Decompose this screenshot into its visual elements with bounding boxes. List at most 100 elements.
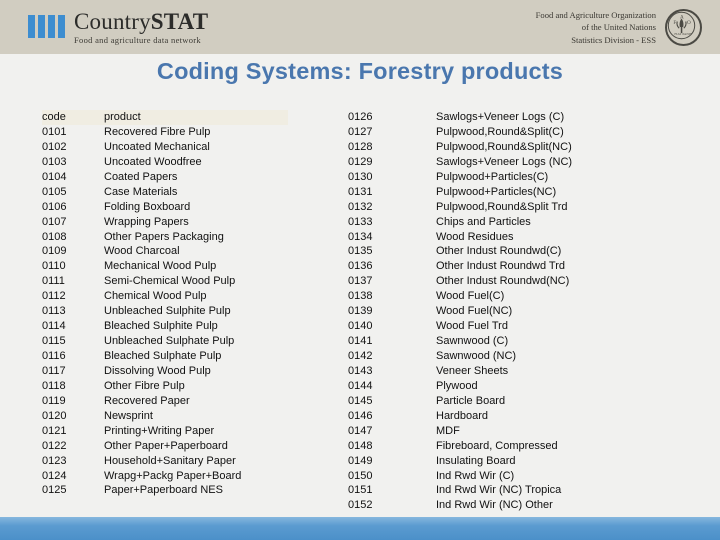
brand-title: CountrySTAT [74, 9, 208, 34]
cell-code: 0152 [348, 499, 373, 512]
cell-product: Semi-Chemical Wood Pulp [104, 275, 236, 288]
table-row: 0134 Wood Residues [348, 230, 648, 245]
cell-product: Wood Fuel Trd [436, 320, 508, 333]
table-row: 0127 Pulpwood,Round&Split(C) [348, 125, 648, 140]
table-row: 0103 Uncoated Woodfree [42, 155, 290, 170]
cell-code: 0136 [348, 260, 373, 273]
table-row: 0120 Newsprint [42, 409, 290, 424]
cell-code: 0146 [348, 409, 373, 422]
table-row: 0131 Pulpwood+Particles(NC) [348, 185, 648, 200]
cell-product: Newsprint [104, 409, 153, 422]
table-row: 0138 Wood Fuel(C) [348, 289, 648, 304]
cell-product: Uncoated Mechanical [104, 140, 210, 153]
table-row: 0104 Coated Papers [42, 170, 290, 185]
table-row: 0115 Unbleached Sulphate Pulp [42, 334, 290, 349]
cell-product: Chips and Particles [436, 215, 531, 228]
cell-code: 0144 [348, 379, 373, 392]
cell-code: 0104 [42, 170, 67, 183]
fao-line-1: Food and Agriculture Organization [535, 10, 656, 21]
cell-code: 0143 [348, 364, 373, 377]
cell-code: 0138 [348, 290, 373, 303]
cell-code: 0123 [42, 454, 67, 467]
table-row: 0110 Mechanical Wood Pulp [42, 259, 290, 274]
cell-product: Other Indust Roundwd Trd [436, 260, 566, 273]
countrystat-wordmark: CountrySTAT Food and agriculture data ne… [74, 10, 208, 45]
cell-code: 0106 [42, 200, 67, 213]
cell-product: Pulpwood+Particles(C) [436, 170, 549, 183]
table-row: 0124 Wrapg+Packg Paper+Board [42, 469, 290, 484]
table-row: 0140 Wood Fuel Trd [348, 319, 648, 334]
cell-product: Insulating Board [436, 454, 516, 467]
table-row: 0101 Recovered Fibre Pulp [42, 125, 290, 140]
cell-product: Recovered Fibre Pulp [104, 125, 211, 138]
cell-product: Wood Fuel(C) [436, 290, 505, 303]
cell-code: 0137 [348, 275, 373, 288]
table-row: 0107 Wrapping Papers [42, 215, 290, 230]
cell-product: Ind Rwd Wir (C) [436, 469, 515, 482]
cell-code: 0108 [42, 230, 67, 243]
cell-product: MDF [436, 424, 460, 437]
cell-product: Wood Residues [436, 230, 514, 243]
right-column-body: 0126 Sawlogs+Veneer Logs (C) 0127 Pulpwood,… [348, 110, 648, 513]
table-row: 0112 Chemical Wood Pulp [42, 289, 290, 304]
table-row: 0135 Other Indust Roundwd(C) [348, 244, 648, 259]
cell-code: 0150 [348, 469, 373, 482]
table-row: 0132 Pulpwood,Round&Split Trd [348, 200, 648, 215]
cell-product: Wood Fuel(NC) [436, 305, 513, 318]
table-row: 0129 Sawlogs+Veneer Logs (NC) [348, 155, 648, 170]
cell-code: 0133 [348, 215, 373, 228]
fao-line-3: Statistics Division - ESS [571, 34, 656, 45]
table-row: 0148 Fibreboard, Compressed [348, 439, 648, 454]
cell-code: 0109 [42, 245, 67, 258]
cell-product: Other Indust Roundwd(C) [436, 245, 562, 258]
fao-emblem-icon: F A O FIAT PANIS [665, 9, 702, 46]
cell-product: Other Paper+Paperboard [104, 439, 228, 452]
table-row: 0118 Other Fibre Pulp [42, 379, 290, 394]
cell-code: 0124 [42, 469, 67, 482]
cell-product: Household+Sanitary Paper [104, 454, 236, 467]
table-row: 0125 Paper+Paperboard NES [42, 483, 290, 498]
cell-code: 0120 [42, 409, 67, 422]
table-row: 0121 Printing+Writing Paper [42, 424, 290, 439]
table-row: 0149 Insulating Board [348, 454, 648, 469]
cell-code: 0122 [42, 439, 67, 452]
cell-code: 0151 [348, 484, 373, 497]
table-row: 0152 Ind Rwd Wir (NC) Other [348, 498, 648, 513]
table-row: 0146 Hardboard [348, 409, 648, 424]
table-row: 0141 Sawnwood (C) [348, 334, 648, 349]
cell-product: Particle Board [436, 394, 506, 407]
cell-product: Plywood [436, 379, 478, 392]
fao-line-2: of the United Nations [581, 22, 656, 33]
cell-product: Sawlogs+Veneer Logs (C) [436, 111, 565, 123]
cell-code: 0131 [348, 185, 373, 198]
table-row: 0133 Chips and Particles [348, 215, 648, 230]
cell-product: Pulpwood,Round&Split(NC) [436, 140, 572, 153]
cell-code: 0149 [348, 454, 373, 467]
svg-text:FIAT PANIS: FIAT PANIS [674, 32, 692, 36]
cell-code: 0125 [42, 484, 67, 497]
table-row: 0108 Other Papers Packaging [42, 230, 290, 245]
header-banner: CountrySTAT Food and agriculture data ne… [0, 0, 720, 54]
cell-product: Folding Boxboard [104, 200, 191, 213]
table-row: 0128 Pulpwood,Round&Split(NC) [348, 140, 648, 155]
table-row: 0151 Ind Rwd Wir (NC) Tropica [348, 483, 648, 498]
cell-product: Mechanical Wood Pulp [104, 260, 217, 273]
cell-code: 0132 [348, 200, 373, 213]
cell-code: 0117 [42, 364, 66, 377]
table-header-row: code product [42, 110, 288, 125]
cell-product: Sawnwood (NC) [436, 350, 517, 362]
table-row: 0136 Other Indust Roundwd Trd [348, 259, 648, 274]
cell-product: Case Materials [104, 185, 178, 198]
table-row: 0123 Household+Sanitary Paper [42, 454, 290, 469]
cell-product: Ind Rwd Wir (NC) Tropica [436, 484, 562, 497]
cell-product: Hardboard [436, 409, 488, 422]
cell-product: Wrapg+Packg Paper+Board [104, 469, 242, 482]
table-row: 0105 Case Materials [42, 185, 290, 200]
cell-code: 0111 [42, 275, 65, 288]
cell-product: Other Fibre Pulp [104, 379, 185, 392]
table-row: 0106 Folding Boxboard [42, 200, 290, 215]
cell-product: Other Indust Roundwd(NC) [436, 275, 570, 288]
cell-code: 0112 [42, 290, 66, 303]
table-row: 0137 Other Indust Roundwd(NC) [348, 274, 648, 289]
cell-code: 0107 [42, 215, 67, 228]
